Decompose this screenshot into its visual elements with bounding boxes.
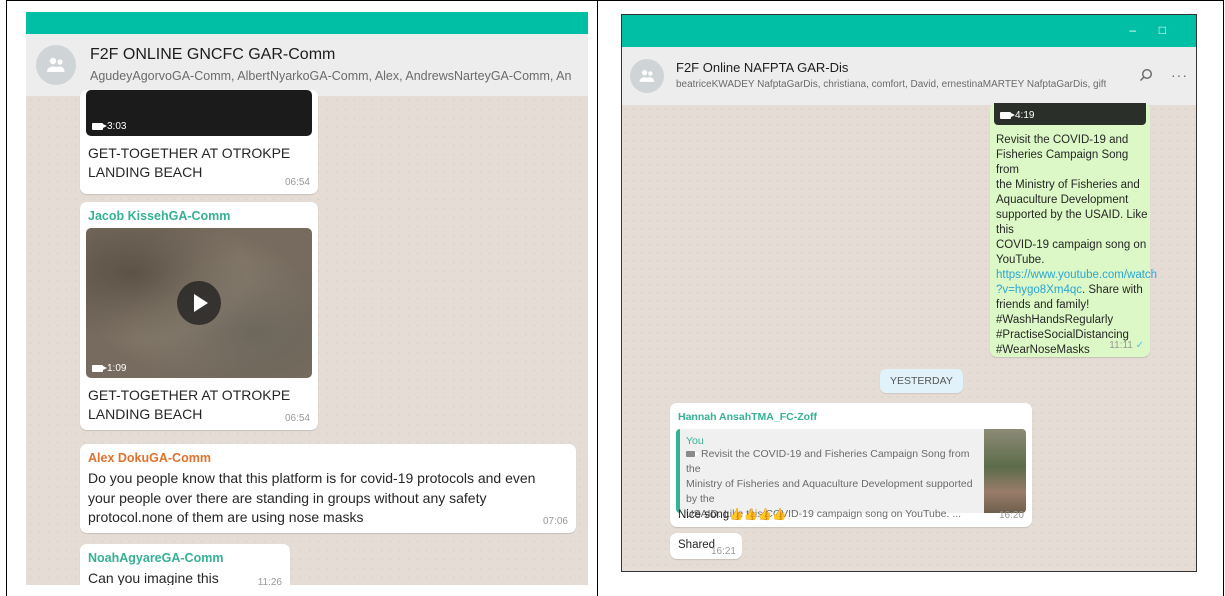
group-avatar[interactable] [630,59,664,93]
title-bar [26,12,588,34]
message-text: Can you imagine this [88,570,219,585]
play-icon[interactable] [177,281,221,325]
message-time: 16:20 [998,510,1024,521]
sender-name: Alex DokuGA-Comm [88,451,211,465]
message-text-line: supported by the USAID. Like this [996,209,1148,236]
message-text: Shared [678,539,716,551]
message-time: 11:26 [257,577,282,585]
video-caption-line: GET-TOGETHER AT OTROKPE [88,145,291,161]
video-duration: 1:09 [107,363,127,374]
sender-name: Hannah AnsahTMA_FC-Zoff [678,411,818,423]
search-icon[interactable] [1139,68,1153,82]
right-chat-window: – □ F2F Online NAFPTA GAR-Dis beatriceKW… [621,14,1197,572]
quote-text-line: Revisit the COVID-19 and Fisheries Campa… [686,448,970,475]
video-camera-icon [686,451,699,457]
quote-thumbnail [984,429,1026,513]
quote-author: You [686,435,704,447]
group-icon [47,57,65,72]
video-duration: 4:19 [1015,110,1035,121]
text-message[interactable]: Alex DokuGA-Comm Do you people know that… [80,444,576,533]
quoted-message[interactable]: You Revisit the COVID-19 and Fisheries C… [676,429,1026,520]
title-bar: – □ [622,15,1196,47]
message-time: 07:06 [542,516,568,527]
message-text-line: YouTube. [996,254,1045,266]
video-message[interactable]: Jacob KissehGA-Comm 1:09 GET-TOGETHER AT… [80,202,318,430]
reply-message[interactable]: Hannah AnsahTMA_FC-Zoff You Revisit the … [670,403,1032,527]
message-list[interactable]: 3:03 GET-TOGETHER AT OTROKPE LANDING BEA… [26,90,588,585]
read-check-icon: ✓ [1135,340,1144,351]
message-text-fragment: . Share with [1082,284,1143,296]
message-text-line: #WashHandsRegularly [996,314,1114,326]
video-thumbnail[interactable]: 4:19 [994,103,1146,125]
chat-title: F2F Online NAFPTA GAR-Dis [676,60,849,75]
sender-name: NoahAgyareGA-Comm [88,551,224,565]
video-message[interactable]: 3:03 GET-TOGETHER AT OTROKPE LANDING BEA… [80,90,318,194]
video-duration: 3:03 [107,121,127,132]
left-chat-window: F2F ONLINE GNCFC GAR-Comm AgudeyAgorvoGA… [26,12,588,585]
video-caption-line: GET-TOGETHER AT OTROKPE [88,387,291,403]
participants-list: AgudeyAgorvoGA-Comm, AlbertNyarkoGA-Comm… [90,69,572,83]
message-list[interactable]: 4:19 Revisit the COVID-19 and Fisheries … [622,103,1196,571]
message-text-line: Aquaculture Development [996,194,1129,206]
sender-name: Jacob KissehGA-Comm [88,209,231,223]
text-message[interactable]: Shared 16:21 [670,533,742,559]
more-icon[interactable]: ··· [1171,67,1188,83]
message-text-line: protocol.none of them are using nose mas… [88,509,364,525]
text-message[interactable]: NoahAgyareGA-Comm Can you imagine this 1… [80,544,290,585]
message-time-wrap: 11:11 ✓ [1109,340,1144,351]
youtube-link[interactable]: ?v=hygo8Xm4qc [996,284,1082,296]
video-camera-icon [92,365,107,372]
group-icon [639,70,655,82]
quote-text-line: Ministry of Fisheries and Aquaculture De… [686,478,973,505]
message-text-line: the Ministry of Fisheries and [996,179,1140,191]
message-text-line: Do you people know that this platform is… [88,470,536,486]
chat-title: F2F ONLINE GNCFC GAR-Comm [90,46,336,63]
video-thumbnail[interactable]: 3:03 [86,90,312,136]
message-text-line: Fisheries Campaign Song from [996,149,1129,176]
group-avatar[interactable] [36,45,76,85]
message-text: Nice song👍👍👍👍 [678,509,787,521]
message-text-line: Revisit the COVID-19 and [996,134,1129,146]
participants-list: beatriceKWADEY NafptaGarDis, christiana,… [676,79,1106,90]
message-time: 16:21 [710,546,736,557]
youtube-link[interactable]: https://www.youtube.com/watch [996,268,1157,283]
message-text-line: COVID-19 campaign song on [996,239,1147,251]
message-time: 11:11 [1109,340,1133,351]
message-text-line: your people over there are standing in g… [88,489,487,506]
chat-header[interactable]: F2F ONLINE GNCFC GAR-Comm AgudeyAgorvoGA… [26,34,588,96]
maximize-button[interactable]: □ [1159,23,1166,37]
minimize-button[interactable]: – [1129,23,1136,37]
video-camera-icon [1000,112,1015,119]
chat-header[interactable]: F2F Online NAFPTA GAR-Dis beatriceKWADEY… [622,47,1196,105]
message-time: 06:54 [284,413,310,424]
video-thumbnail[interactable]: 1:09 [86,228,312,378]
date-separator: YESTERDAY [880,369,963,393]
message-text-line: friends and family! [996,299,1090,311]
video-caption-line: LANDING BEACH [88,164,203,180]
video-caption-line: LANDING BEACH [88,406,203,422]
outgoing-video-message[interactable]: 4:19 Revisit the COVID-19 and Fisheries … [990,103,1157,357]
video-camera-icon [92,123,107,130]
message-time: 06:54 [284,177,310,188]
